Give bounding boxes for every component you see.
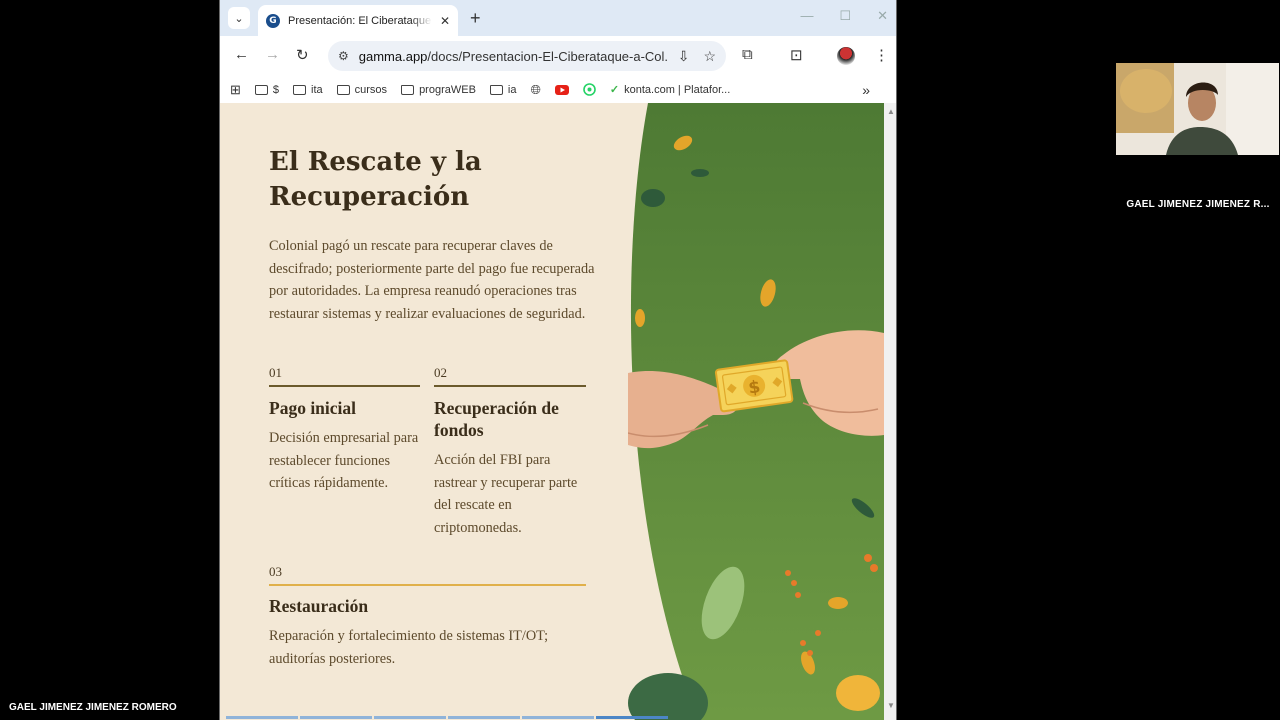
url-host: gamma.app bbox=[358, 48, 428, 64]
section-body-03: Reparación y fortalecimiento de sistemas… bbox=[269, 628, 549, 667]
bookmark-label: konta.com | Platafor... bbox=[624, 83, 731, 96]
address-bar[interactable]: ⚙ gamma.app/docs/Presentacion-El-Ciberat… bbox=[328, 41, 726, 71]
reload-button[interactable]: ↻ bbox=[296, 46, 309, 64]
section-number-02: 02 bbox=[434, 365, 447, 380]
konta-icon: ✓ bbox=[609, 84, 620, 96]
youtube-icon[interactable] bbox=[554, 84, 569, 95]
more-bookmarks-icon[interactable]: » bbox=[862, 82, 870, 98]
browser-window: ⌄ G Presentación: El Ciberataque a C ✕ +… bbox=[219, 0, 897, 720]
section-heading-03: Restauración bbox=[269, 596, 369, 616]
section-number-01: 01 bbox=[269, 365, 282, 380]
window-controls: — ☐ ✕ bbox=[800, 8, 888, 24]
scroll-up-icon[interactable]: ▲ bbox=[887, 107, 895, 116]
bookmark-folder-prograweb[interactable]: prograWEB bbox=[401, 84, 476, 96]
bookmark-label: prograWEB bbox=[419, 83, 476, 96]
forward-button[interactable]: → bbox=[265, 46, 280, 63]
bookmark-konta[interactable]: ✓ konta.com | Platafor... bbox=[609, 83, 731, 97]
page-scrollbar[interactable]: ▲ ▼ bbox=[884, 103, 896, 720]
gamma-favicon-icon: G bbox=[266, 13, 280, 28]
progress-segment bbox=[522, 716, 594, 719]
url-path: /docs/Presentacion-El-Ciberataque-a-Col.… bbox=[427, 48, 668, 64]
section-number-03: 03 bbox=[269, 564, 282, 579]
progress-segment bbox=[448, 716, 520, 719]
maximize-icon[interactable]: ☐ bbox=[839, 8, 851, 24]
tab-strip: ⌄ G Presentación: El Ciberataque a C ✕ +… bbox=[220, 0, 896, 36]
bookmark-folder-ia[interactable]: ia bbox=[489, 83, 517, 96]
scroll-down-icon[interactable]: ▼ bbox=[887, 701, 895, 710]
whatsapp-icon[interactable] bbox=[583, 83, 596, 96]
slide-title: El Rescate y la Recuperación bbox=[269, 147, 482, 212]
bookmark-star-icon[interactable]: ☆ bbox=[703, 48, 716, 65]
progress-segment bbox=[226, 716, 298, 719]
slide-lead-text: Colonial pagó un rescate para recuperar … bbox=[269, 238, 595, 322]
browser-toolbar: ← → ↻ ⚙ gamma.app/docs/Presentacion-El-C… bbox=[220, 36, 896, 76]
participant-name: GAEL JIMENEZ JIMENEZ R... bbox=[1126, 199, 1270, 210]
back-button[interactable]: ← bbox=[234, 46, 249, 63]
screenshot-icon[interactable]: ⊡ bbox=[790, 46, 803, 64]
bookmark-folder-cursos[interactable]: cursos bbox=[336, 83, 388, 96]
section-rule-02 bbox=[434, 385, 586, 387]
install-app-icon[interactable]: ⇩ bbox=[678, 48, 690, 65]
folder-icon bbox=[254, 84, 268, 95]
folder-icon bbox=[401, 84, 415, 95]
close-window-icon[interactable]: ✕ bbox=[877, 8, 888, 24]
bookmark-label: $ bbox=[272, 83, 280, 96]
folder-icon bbox=[336, 84, 350, 95]
globe-icon[interactable]: 🌐︎ bbox=[530, 82, 540, 98]
progress-segment bbox=[300, 716, 372, 719]
bookmark-label: cursos bbox=[354, 83, 388, 96]
menu-kebab-icon[interactable]: ⋮ bbox=[874, 46, 889, 64]
profile-avatar[interactable] bbox=[837, 47, 855, 65]
participant-video bbox=[1116, 63, 1279, 155]
bookmark-folder-dollar[interactable]: $ bbox=[254, 83, 280, 96]
chevron-down-icon: ⌄ bbox=[234, 12, 244, 25]
progress-segment bbox=[596, 716, 668, 719]
site-info-icon[interactable]: ⚙ bbox=[338, 49, 349, 63]
url-text[interactable]: gamma.app/docs/Presentacion-El-Ciberataq… bbox=[359, 49, 668, 64]
bookmark-label: ita bbox=[311, 83, 323, 96]
tab-search-button[interactable]: ⌄ bbox=[228, 7, 250, 29]
section-heading-02: Recuperación de fondos bbox=[434, 398, 559, 440]
progress-segment bbox=[374, 716, 446, 719]
close-tab-icon[interactable]: ✕ bbox=[440, 14, 450, 28]
active-tab[interactable]: G Presentación: El Ciberataque a C ✕ bbox=[258, 5, 458, 36]
section-body-02: Acción del FBI para rastrear y recuperar… bbox=[434, 452, 578, 536]
money-handoff-illustration: $ bbox=[628, 103, 884, 720]
apps-grid-icon[interactable]: ⊞ bbox=[230, 82, 241, 98]
folder-icon bbox=[489, 84, 503, 95]
section-heading-01: Pago inicial bbox=[269, 398, 357, 418]
screen: ⌄ G Presentación: El Ciberataque a C ✕ +… bbox=[0, 0, 1280, 720]
bookmark-folder-ita[interactable]: ita bbox=[293, 84, 323, 96]
slide-page: El Rescate y la Recuperación Colonial pa… bbox=[220, 103, 884, 720]
section-rule-01 bbox=[269, 385, 420, 387]
section-body-01: Decisión empresarial para restablecer fu… bbox=[269, 430, 419, 491]
minimize-icon[interactable]: — bbox=[800, 8, 813, 24]
bookmark-label: ia bbox=[507, 83, 517, 96]
section-rule-03 bbox=[269, 584, 586, 586]
self-name: GAEL JIMENEZ JIMENEZ ROMERO bbox=[9, 702, 177, 713]
extensions-icon[interactable]: ⧉ bbox=[742, 46, 753, 63]
folder-icon bbox=[293, 84, 307, 95]
bookmarks-bar: ⊞ $ ita cursos prograWEB ia 🌐︎ ✓ konta.co… bbox=[220, 76, 896, 103]
new-tab-button[interactable]: + bbox=[470, 8, 481, 29]
tab-title: Presentación: El Ciberataque a C bbox=[288, 14, 432, 27]
slide-progress-bar bbox=[220, 716, 884, 720]
